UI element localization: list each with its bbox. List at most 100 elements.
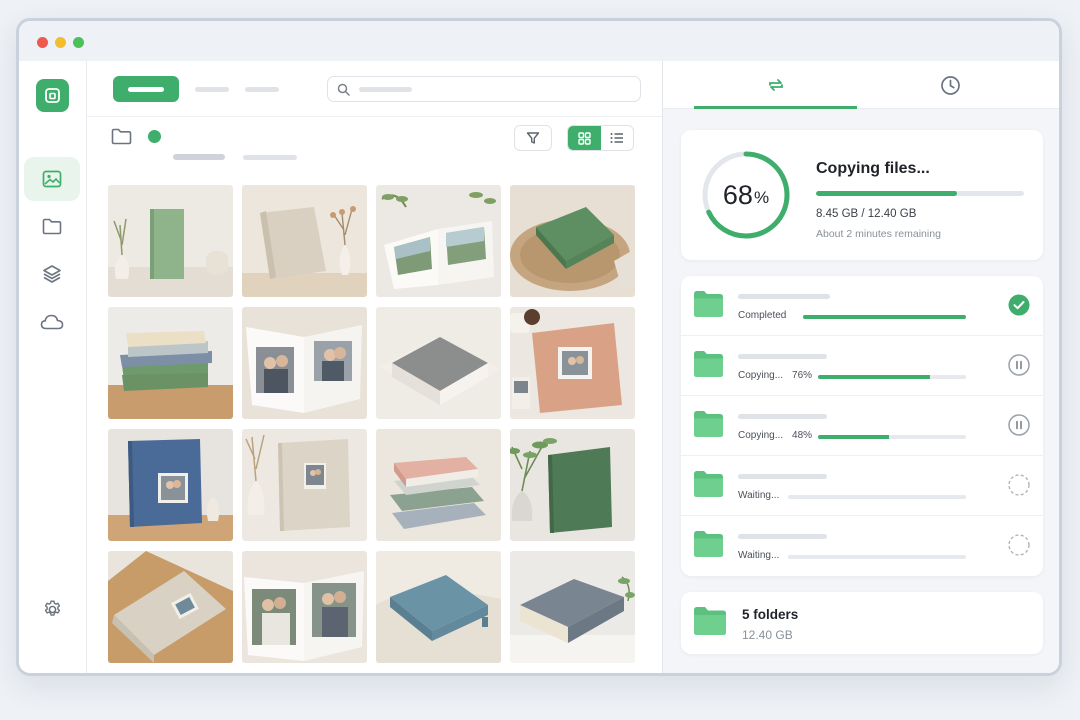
transfer-progress-bar [788,555,966,559]
minimize-window-button[interactable] [55,37,66,48]
folder-icon [694,607,726,635]
nav-tab-placeholder[interactable] [245,87,279,92]
summary-folder-count: 5 folders [742,607,799,622]
progress-percent-sign: % [753,187,770,207]
primary-tab-button[interactable] [113,76,179,102]
tab-history[interactable] [869,61,1032,109]
photo-thumbnail[interactable] [108,551,233,663]
search-input[interactable] [327,76,641,102]
gallery-pane [87,61,662,673]
transfer-status: Copying... 48% [738,430,813,441]
transfer-list: Completed Copying... 76% Copying... 48% Waiti… [681,276,1043,576]
pause-icon[interactable] [1008,354,1030,376]
sync-icon [768,79,783,91]
pause-icon[interactable] [1008,414,1030,436]
grid-view-button[interactable] [568,126,601,150]
photo-thumbnail[interactable] [376,551,501,663]
check-circle-icon [1008,294,1030,316]
folder-icon [694,531,723,557]
transfer-name-placeholder [738,354,827,359]
nav-tab-placeholder[interactable] [195,87,229,92]
summary-card: 5 folders 12.40 GB [681,592,1043,654]
transfer-status: Waiting... [738,490,780,501]
sidebar-item-photos[interactable] [24,157,80,201]
photo-thumbnail[interactable] [242,429,367,541]
folder-icon[interactable] [111,128,132,145]
image-icon [42,170,62,188]
transfer-row[interactable]: Completed [681,276,1043,336]
photo-thumbnail[interactable] [108,185,233,297]
summary-total-size: 12.40 GB [742,628,793,642]
gear-icon [44,599,60,616]
panel-tabs [663,61,1059,109]
app-logo-icon[interactable] [36,79,69,112]
breadcrumb-placeholder [243,155,297,160]
photo-thumbnail[interactable] [242,551,367,663]
list-view-button[interactable] [601,126,634,150]
transfer-progress-bar [818,375,966,379]
photo-thumbnail[interactable] [376,307,501,419]
cloud-icon [40,314,64,330]
app-window: 68% Copying files... 8.45 GB / 12.40 GB … [16,18,1062,676]
transfer-row[interactable]: Waiting... [681,516,1043,576]
pending-icon [1008,534,1030,556]
transfer-status: Copying... 76% [738,370,813,381]
copy-status-title: Copying files... [816,160,930,177]
transfer-row[interactable]: Waiting... [681,456,1043,516]
photo-thumbnail[interactable] [510,429,635,541]
title-bar [19,21,1059,61]
transfer-percent: 48% [792,430,813,441]
transfer-name-placeholder [738,294,830,299]
status-dot [148,130,161,143]
folder-icon [694,351,723,377]
close-window-button[interactable] [37,37,48,48]
settings-button[interactable] [24,587,80,631]
time-remaining: About 2 minutes remaining [816,228,941,240]
layers-icon [43,265,61,283]
search-icon [337,83,350,96]
grid-icon [578,131,591,145]
transfer-name-placeholder [738,414,827,419]
folder-icon [694,471,723,497]
progress-percent: 68% [701,150,791,240]
transfer-status: Completed [738,310,787,321]
transfer-progress-bar [818,435,966,439]
breadcrumb[interactable] [173,154,225,160]
transfer-size: 8.45 GB / 12.40 GB [816,208,917,220]
photo-thumbnail[interactable] [242,307,367,419]
copy-progress-card: 68% Copying files... 8.45 GB / 12.40 GB … [681,130,1043,260]
transfer-percent: 76% [792,370,813,381]
sidebar-item-layers[interactable] [24,252,80,296]
transfer-name-placeholder [738,474,827,479]
folder-icon [694,411,723,437]
sidebar-item-cloud[interactable] [24,300,80,344]
sidebar [19,61,87,673]
sidebar-item-folders[interactable] [24,204,80,248]
progress-percent-number: 68 [722,179,753,210]
transfer-row[interactable]: Copying... 76% [681,336,1043,396]
photo-thumbnail[interactable] [376,429,501,541]
photo-thumbnail[interactable] [376,185,501,297]
clock-icon [941,75,960,95]
transfer-progress-bar [803,315,966,319]
maximize-window-button[interactable] [73,37,84,48]
tab-sync[interactable] [694,61,857,109]
transfer-status: Waiting... [738,550,780,561]
photo-thumbnail[interactable] [242,185,367,297]
transfer-name-placeholder [738,534,827,539]
list-icon [610,133,623,143]
transfer-progress-bar [788,495,966,499]
photo-thumbnail[interactable] [510,185,635,297]
filter-button[interactable] [514,125,552,151]
overall-progress-bar [816,191,1024,196]
folder-icon [42,218,62,234]
photo-thumbnail[interactable] [108,307,233,419]
photo-thumbnail[interactable] [510,307,635,419]
view-toggle [567,125,634,151]
transfer-panel: 68% Copying files... 8.45 GB / 12.40 GB … [662,61,1059,673]
photo-thumbnail[interactable] [108,429,233,541]
photo-thumbnail[interactable] [510,551,635,663]
folder-icon [694,291,723,317]
transfer-row[interactable]: Copying... 48% [681,396,1043,456]
pending-icon [1008,474,1030,496]
